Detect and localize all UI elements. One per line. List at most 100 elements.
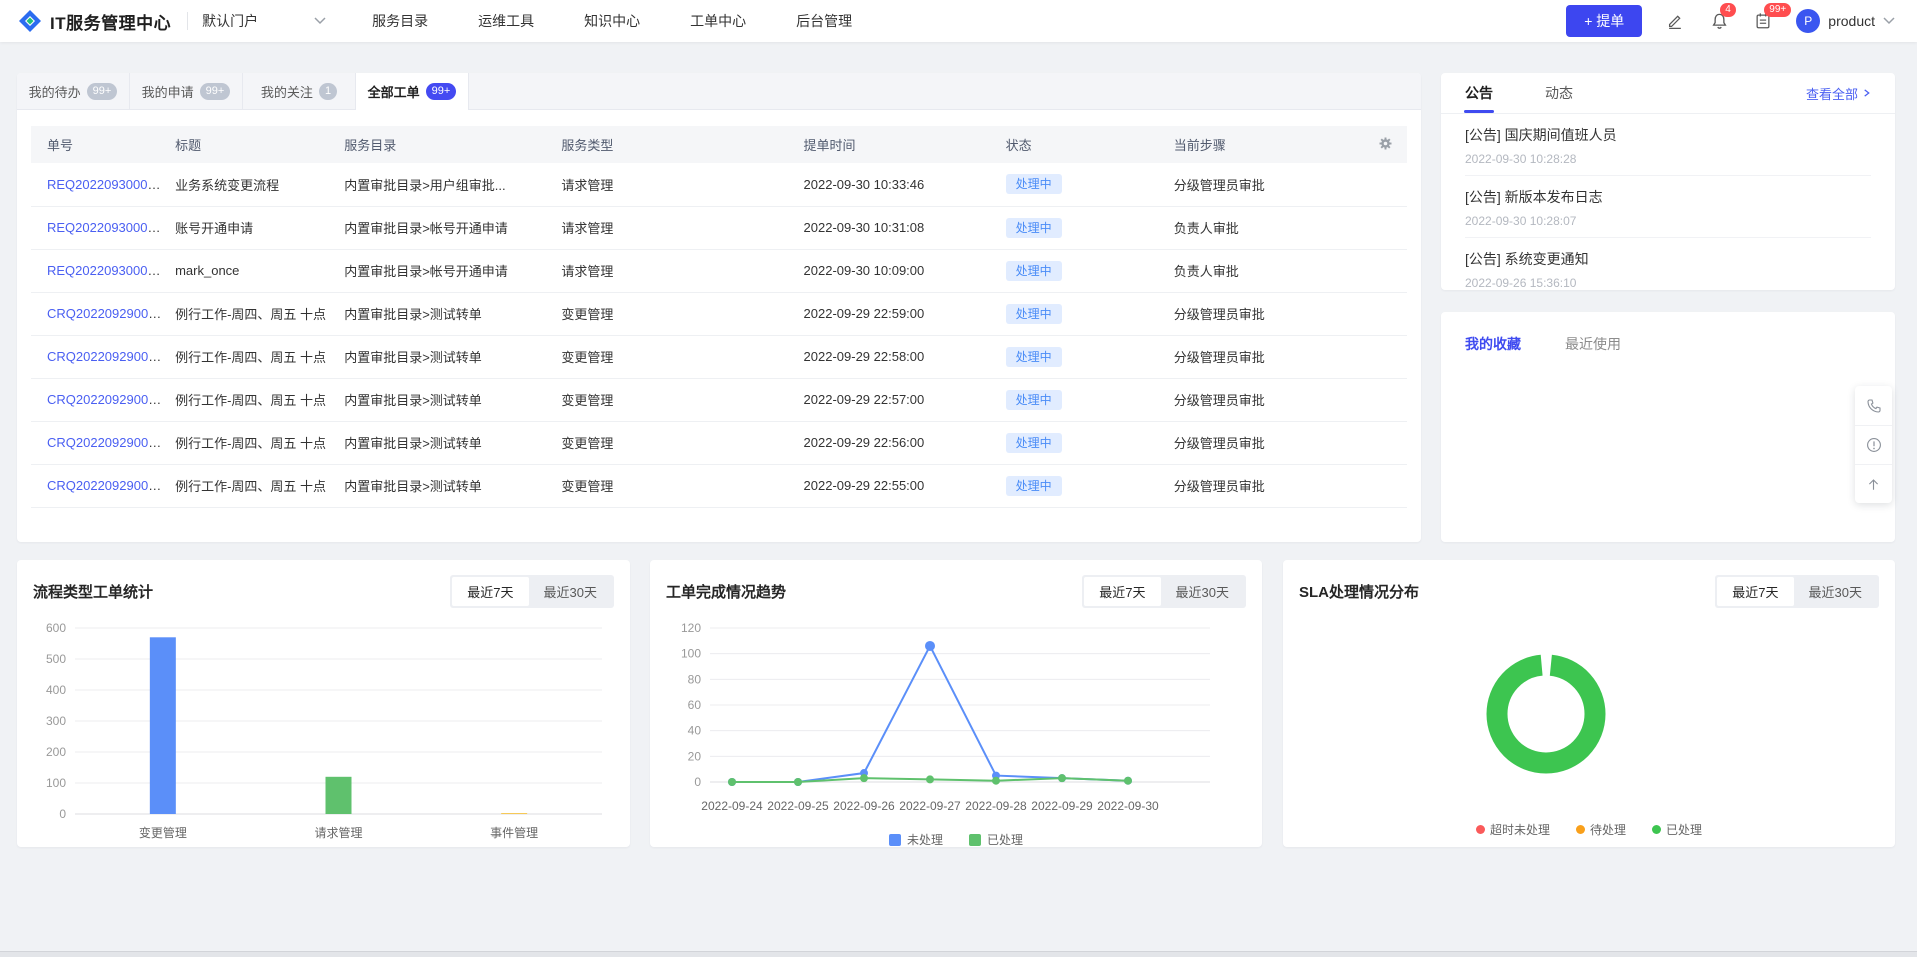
tab-my-favorites[interactable]: 我的收藏 [1465,334,1521,354]
table-row: CRQ20220929000060例行工作-周四、周五 十点内置审批目录>测试转… [31,464,1407,507]
ticket-tab-3[interactable]: 我的关注1 [243,73,356,110]
tab-activity[interactable]: 动态 [1545,73,1573,113]
cell-step: 分级管理员审批 [1170,464,1367,507]
ticket-id-link[interactable]: CRQ20220929000061 [47,435,171,450]
range-7d[interactable]: 最近7天 [1717,577,1793,606]
cell-id: CRQ20220929000063 [31,335,171,378]
announcement-title: [公告] 国庆期间值班人员 [1465,125,1871,145]
nav-item-5[interactable]: 后台管理 [796,11,852,31]
ticket-tab-4[interactable]: 全部工单99+ [356,73,469,110]
chart-header: SLA处理情况分布 最近7天 最近30天 [1283,560,1895,608]
tab-label: 我的申请 [142,82,194,101]
ticket-tabs: 我的待办99+我的申请99+我的关注1全部工单99+ [17,73,1421,110]
range-30d[interactable]: 最近30天 [1794,577,1877,606]
chart-title: SLA处理情况分布 [1299,581,1419,602]
gear-icon [1378,136,1393,151]
legend-label: 已处理 [987,831,1023,848]
table-row: CRQ20220929000062例行工作-周四、周五 十点内置审批目录>测试转… [31,378,1407,421]
ticket-id-link[interactable]: REQ20220930000003 [47,177,171,192]
legend-item[interactable]: 未处理 [889,831,943,848]
legend-item[interactable]: 待处理 [1576,821,1626,838]
nav-item-2[interactable]: 运维工具 [478,11,534,31]
tab-count-badge: 99+ [200,83,231,100]
nav-item-4[interactable]: 工单中心 [690,11,746,31]
floating-toolbar [1855,386,1892,503]
range-toggle: 最近7天 最近30天 [1715,575,1879,608]
status-badge: 处理中 [1006,174,1062,194]
chevron-right-icon [1862,88,1871,98]
tab-label: 全部工单 [368,82,420,101]
cell-id: REQ20220930000001 [31,249,171,292]
contact-support-button[interactable] [1855,386,1892,425]
svg-text:20: 20 [688,749,702,763]
ticket-id-link[interactable]: CRQ20220929000064 [47,306,171,321]
info-button[interactable] [1855,425,1892,464]
range-7d[interactable]: 最近7天 [1084,577,1160,606]
ticket-id-link[interactable]: CRQ20220929000062 [47,392,171,407]
cell-type: 变更管理 [557,421,799,464]
cell-time: 2022-09-29 22:59:00 [800,292,1002,335]
nav-item-1[interactable]: 服务目录 [372,11,428,31]
col-header: 单号 [31,126,171,163]
announcement-time: 2022-09-30 10:28:28 [1465,152,1871,166]
ticket-id-link[interactable]: REQ20220930000001 [47,263,171,278]
table-row: CRQ20220929000063例行工作-周四、周五 十点内置审批目录>测试转… [31,335,1407,378]
tab-announcements[interactable]: 公告 [1465,73,1493,113]
app-title: IT服务管理中心 [50,9,171,34]
portal-label: 默认门户 [202,11,258,31]
legend-label: 超时未处理 [1490,821,1550,838]
user-menu[interactable]: P product [1796,9,1895,33]
cell-id: CRQ20220929000060 [31,464,171,507]
svg-text:2022-09-29: 2022-09-29 [1031,799,1093,813]
svg-text:事件管理: 事件管理 [490,825,538,840]
ticket-tab-2[interactable]: 我的申请 99+ [130,73,243,110]
announcement-item[interactable]: [公告] 新版本发布日志2022-09-30 10:28:07 [1465,176,1871,238]
legend-item[interactable]: 已处理 [969,831,1023,848]
legend-item[interactable]: 超时未处理 [1476,821,1550,838]
cell-step: 分级管理员审批 [1170,421,1367,464]
range-30d[interactable]: 最近30天 [529,577,612,606]
cell-id: CRQ20220929000064 [31,292,171,335]
legend-dot-icon [1476,825,1485,834]
brand-logo-icon [18,9,42,33]
portal-select[interactable]: 默认门户 [202,11,326,31]
cell-title: 例行工作-周四、周五 十点 [171,421,340,464]
announcements-card: 公告 动态 查看全部 [公告] 国庆期间值班人员 2022-09-30 10:28… [1441,73,1895,290]
nav-item-3[interactable]: 知识中心 [584,11,640,31]
ticket-id-link[interactable]: CRQ20220929000063 [47,349,171,364]
topbar: IT服务管理中心 默认门户 服务目录运维工具知识中心工单中心后台管理 + 提单 … [0,0,1917,42]
ticket-tab-1[interactable]: 我的待办99+ [17,73,130,110]
announcement-title: [公告] 新版本发布日志 [1465,187,1871,207]
cell-step: 分级管理员审批 [1170,163,1367,206]
tab-count-badge: 99+ [87,83,118,100]
completion-trend-card: 工单完成情况趋势 最近7天 最近30天 0204060801001202022-… [650,560,1262,847]
legend-swatch-icon [889,834,901,846]
app-logo[interactable]: IT服务管理中心 [18,9,171,34]
announcement-item[interactable]: [公告] 国庆期间值班人员 2022-09-30 10:28:28 [1465,114,1871,176]
tab-recently-used[interactable]: 最近使用 [1565,334,1621,354]
workbench-card: 我的待办99+我的申请99+我的关注1全部工单99+ 单号 标题 服务目录 服务… [17,73,1421,542]
pencil-icon [1666,12,1684,30]
todo-list[interactable]: 99+ [1752,10,1774,32]
svg-text:120: 120 [681,621,701,635]
line-chart: 0204060801001202022-09-242022-09-252022-… [666,612,1246,824]
range-7d[interactable]: 最近7天 [452,577,528,606]
status-badge: 处理中 [1006,433,1062,453]
announcement-item[interactable]: [公告] 系统变更通知2022-09-26 15:36:10 [1465,238,1871,299]
ticket-id-link[interactable]: REQ20220930000002 [47,220,171,235]
donut-chart [1299,612,1879,822]
svg-text:2022-09-27: 2022-09-27 [899,799,961,813]
cell-catalog: 内置审批目录>帐号开通申请 [340,249,557,292]
status-badge: 处理中 [1006,261,1062,281]
submit-ticket-button[interactable]: + 提单 [1566,5,1642,37]
view-all-link[interactable]: 查看全部 [1806,84,1871,103]
range-30d[interactable]: 最近30天 [1161,577,1244,606]
column-settings[interactable] [1367,126,1407,163]
chart-header: 工单完成情况趋势 最近7天 最近30天 [650,560,1262,608]
back-to-top-button[interactable] [1855,464,1892,503]
legend-item[interactable]: 已处理 [1652,821,1702,838]
edit-icon[interactable] [1664,10,1686,32]
notifications-bell[interactable]: 4 [1708,10,1730,32]
ticket-id-link[interactable]: CRQ20220929000060 [47,478,171,493]
cell-empty [1367,249,1407,292]
